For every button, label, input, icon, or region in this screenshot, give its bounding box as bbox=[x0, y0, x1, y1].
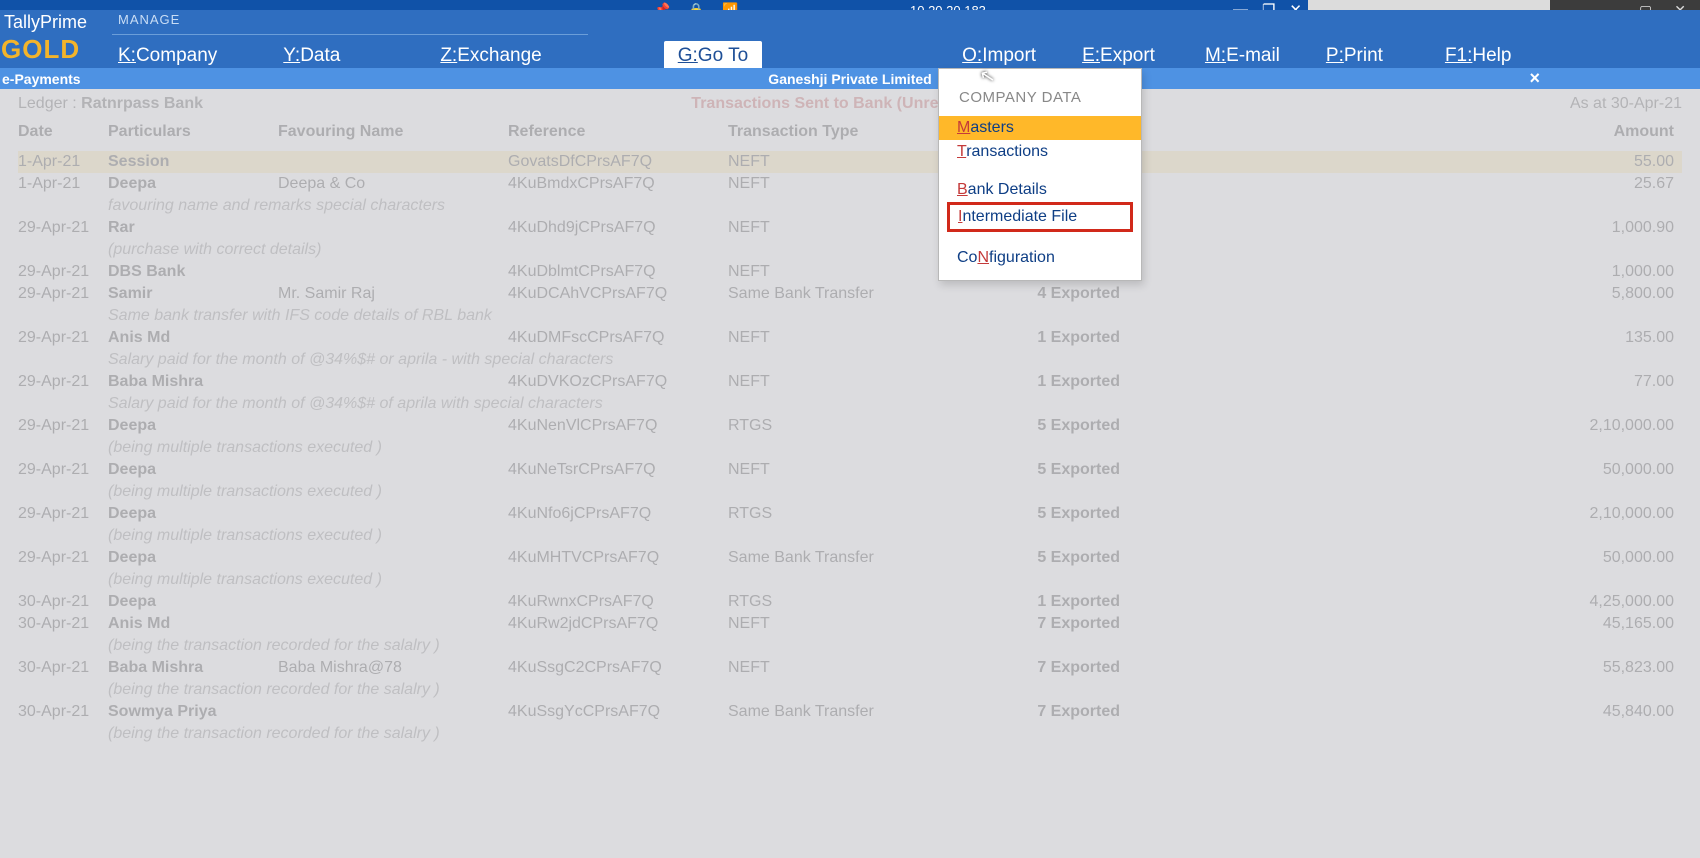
table-row[interactable]: 1-Apr-21SessionGovatsDfCPrsAF7QNEFT55.00 bbox=[18, 151, 1682, 173]
col-particulars: Particulars bbox=[108, 119, 278, 151]
col-date: Date bbox=[18, 119, 108, 151]
table-row[interactable]: 29-Apr-21Deepa4KuNfo6jCPrsAF7QRTGS5 Expo… bbox=[18, 503, 1682, 525]
menu-company[interactable]: K:Company bbox=[118, 45, 217, 67]
panel-close-icon[interactable]: × bbox=[1529, 68, 1540, 89]
table-row[interactable]: 29-Apr-21Baba Mishra4KuDVKOzCPrsAF7QNEFT… bbox=[18, 371, 1682, 393]
dropdown-header: COMPANY DATA bbox=[939, 69, 1141, 116]
menu-import[interactable]: O:Import bbox=[962, 45, 1036, 67]
report-asat: As at 30-Apr-21 bbox=[1570, 95, 1682, 113]
menu-print[interactable]: P:Print bbox=[1326, 45, 1383, 67]
dropdown-item-configuration[interactable]: CoNfiguration bbox=[939, 246, 1141, 270]
table-row[interactable]: 29-Apr-21Deepa4KuMHTVCPrsAF7QSame Bank T… bbox=[18, 547, 1682, 569]
import-dropdown: COMPANY DATA Masters Transactions Bank D… bbox=[938, 68, 1142, 281]
table-row[interactable]: 30-Apr-21Deepa4KuRwnxCPrsAF7QRTGS1 Expor… bbox=[18, 591, 1682, 613]
dropdown-item-transactions[interactable]: Transactions bbox=[939, 140, 1141, 164]
brand-line1: TallyPrime bbox=[4, 12, 87, 33]
table-row[interactable]: 29-Apr-21DBS Bank4KuDblmtCPrsAF7QNEFT1,0… bbox=[18, 261, 1682, 283]
table-row-note: (being multiple transactions executed ) bbox=[18, 437, 1682, 459]
dropdown-item-bank-details[interactable]: Bank Details bbox=[939, 178, 1141, 202]
table-row[interactable]: 29-Apr-21Anis Md4KuDMFscCPrsAF7QNEFT1 Ex… bbox=[18, 327, 1682, 349]
dropdown-item-intermediate-file[interactable]: Intermediate File bbox=[947, 202, 1133, 232]
table-row-note: (purchase with correct details) bbox=[18, 239, 1682, 261]
menu-data[interactable]: Y:Data bbox=[283, 45, 340, 67]
manage-label: MANAGE bbox=[118, 12, 180, 27]
company-name: Ganeshji Private Limited bbox=[768, 71, 931, 87]
company-strip: e-Payments Ganeshji Private Limited × bbox=[0, 68, 1700, 89]
table-row[interactable]: 30-Apr-21Baba MishraBaba Mishra@784KuSsg… bbox=[18, 657, 1682, 679]
table-row-note: (being the transaction recorded for the … bbox=[18, 635, 1682, 657]
menu-goto[interactable]: G:Go To bbox=[664, 41, 762, 71]
table-row[interactable]: 29-Apr-21SamirMr. Samir Raj4KuDCAhVCPrsA… bbox=[18, 283, 1682, 305]
col-reference: Reference bbox=[508, 119, 728, 151]
brand-menu-bar: TallyPrime GOLD MANAGE K:Company Y:Data … bbox=[0, 10, 1700, 68]
transactions-table: Date Particulars Favouring Name Referenc… bbox=[18, 119, 1682, 745]
menu-help[interactable]: F1:Help bbox=[1445, 45, 1512, 67]
table-row-note: (being the transaction recorded for the … bbox=[18, 679, 1682, 701]
table-row[interactable]: 29-Apr-21Deepa4KuNeTsrCPrsAF7QNEFT5 Expo… bbox=[18, 459, 1682, 481]
table-row[interactable]: 29-Apr-21Deepa4KuNenVlCPrsAF7QRTGS5 Expo… bbox=[18, 415, 1682, 437]
menu-exchange[interactable]: Z:Exchange bbox=[440, 45, 541, 67]
table-row-note: Salary paid for the month of @34%$# or a… bbox=[18, 349, 1682, 371]
table-row-note: Same bank transfer with IFS code details… bbox=[18, 305, 1682, 327]
table-row-note: (being multiple transactions executed ) bbox=[18, 481, 1682, 503]
table-row[interactable]: 30-Apr-21Anis Md4KuRw2jdCPrsAF7QNEFT7 Ex… bbox=[18, 613, 1682, 635]
table-row-note: favouring name and remarks special chara… bbox=[18, 195, 1682, 217]
col-amount: Amount bbox=[1128, 119, 1682, 151]
ledger-label: Ledger : Ratnrpass Bank bbox=[18, 95, 203, 113]
menu-export[interactable]: E:Export bbox=[1082, 45, 1155, 67]
table-row[interactable]: 30-Apr-21Sowmya Priya4KuSsgYcCPrsAF7QSam… bbox=[18, 701, 1682, 723]
menu-email[interactable]: M:E-mail bbox=[1205, 45, 1280, 67]
table-row-note: (being the transaction recorded for the … bbox=[18, 723, 1682, 745]
table-row[interactable]: 29-Apr-21Rar4KuDhd9jCPrsAF7QNEFT1,000.90 bbox=[18, 217, 1682, 239]
table-row[interactable]: 1-Apr-21DeepaDeepa & Co4KuBmdxCPrsAF7QNE… bbox=[18, 173, 1682, 195]
report-content: Ledger : Ratnrpass Bank Transactions Sen… bbox=[0, 89, 1700, 858]
col-txtype: Transaction Type bbox=[728, 119, 958, 151]
breadcrumb-left: e-Payments bbox=[0, 71, 81, 87]
table-row-note: Salary paid for the month of @34%$# of a… bbox=[18, 393, 1682, 415]
table-row-note: (being multiple transactions executed ) bbox=[18, 525, 1682, 547]
dropdown-item-masters[interactable]: Masters bbox=[939, 116, 1141, 140]
col-favouring: Favouring Name bbox=[278, 119, 508, 151]
table-row-note: (being multiple transactions executed ) bbox=[18, 569, 1682, 591]
menu-underline bbox=[112, 34, 588, 35]
